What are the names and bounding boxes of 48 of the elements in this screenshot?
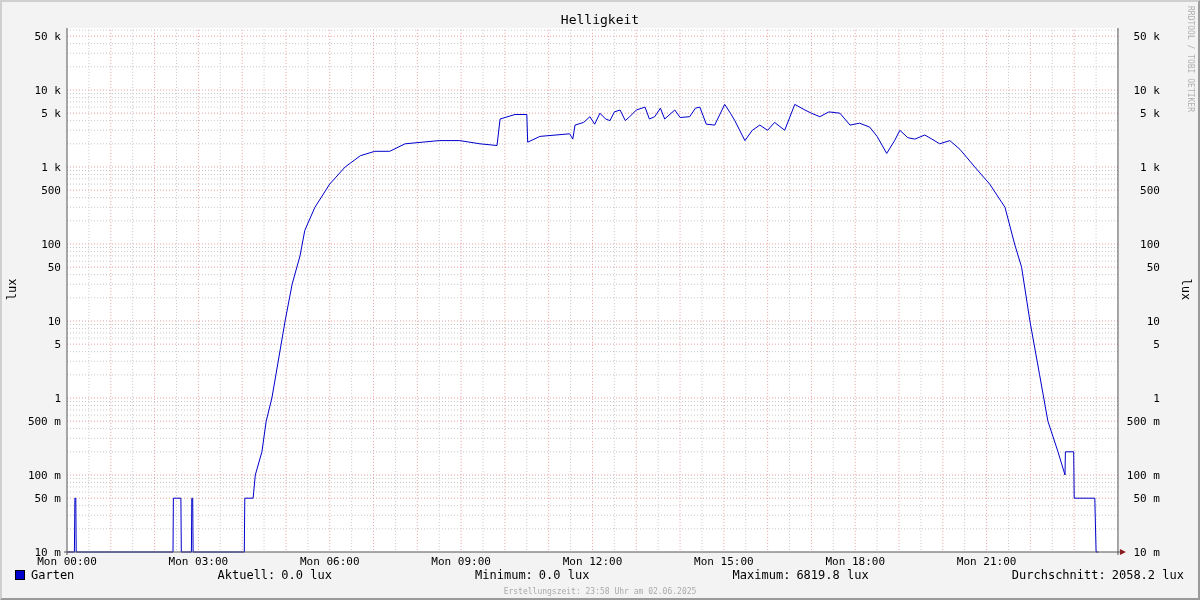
stat-label: Minimum: (475, 568, 533, 582)
stat-value: 2058.2 lux (1111, 568, 1184, 582)
stat-label: Durchschnitt: (1011, 568, 1106, 582)
y-tick-label: 500 m (1126, 415, 1160, 429)
y-tick-label: 1 k (41, 161, 61, 174)
x-tick-label: Mon 15:00 (694, 555, 754, 566)
y-tick-label: 500 (41, 184, 61, 198)
y-tick-label: 50 m (34, 492, 61, 506)
stat-label: Aktuell: (217, 568, 276, 582)
y-tick-label: 10 (47, 315, 61, 328)
x-tick-label: Mon 18:00 (825, 555, 885, 566)
y-axis-label: lux (1179, 278, 1193, 301)
y-tick-label: 10 k (1133, 84, 1160, 97)
y-tick-label: 500 (1140, 184, 1160, 198)
y-tick-label: 50 (47, 261, 61, 275)
legend-label: Garten (31, 568, 75, 582)
creation-time-text: Erstellungszeit: 23:58 Uhr am 02.06.2025 (503, 586, 697, 596)
y-tick-label: 100 m (27, 469, 61, 482)
y-tick-label: 50 k (34, 30, 61, 44)
y-tick-label: 50 (1146, 261, 1160, 275)
y-tick-label: 100 (41, 238, 61, 251)
y-tick-label: 5 (1153, 338, 1160, 352)
credit-text: RRDTOOL / TOBI OETIKER (1186, 6, 1195, 112)
y-tick-label: 10 m (1133, 546, 1160, 559)
y-tick-label: 50 m (1133, 492, 1160, 506)
y-tick-label: 10 k (34, 84, 61, 97)
x-tick-label: Mon 06:00 (299, 555, 360, 566)
stat-value: 0.0 lux (281, 568, 332, 582)
chart-title: Helligkeit (560, 12, 640, 27)
stat-value: 6819.8 lux (796, 568, 869, 582)
y-tick-label: 5 k (1140, 107, 1160, 121)
y-tick-label: 10 (1146, 315, 1160, 328)
y-axis-label: lux (5, 278, 19, 301)
x-tick-label: Mon 12:00 (562, 555, 623, 566)
y-tick-label: 5 k (41, 107, 61, 121)
y-tick-label: 100 (1140, 238, 1160, 251)
y-tick-label: 50 k (1133, 30, 1160, 44)
y-tick-label: 1 k (1140, 161, 1160, 174)
y-tick-label: 1 (1153, 392, 1160, 405)
x-tick-label: Mon 03:00 (168, 555, 229, 566)
y-tick-label: 100 m (1126, 469, 1160, 482)
stat-value: 0.0 lux (538, 568, 590, 582)
x-tick-label: Mon 09:00 (431, 555, 491, 566)
y-tick-label: 1 (54, 392, 61, 405)
y-tick-label: 500 m (27, 415, 61, 429)
stat-label: Maximum: (732, 568, 791, 582)
y-tick-label: 5 (54, 338, 61, 352)
x-tick-label: Mon 21:00 (956, 555, 1017, 566)
